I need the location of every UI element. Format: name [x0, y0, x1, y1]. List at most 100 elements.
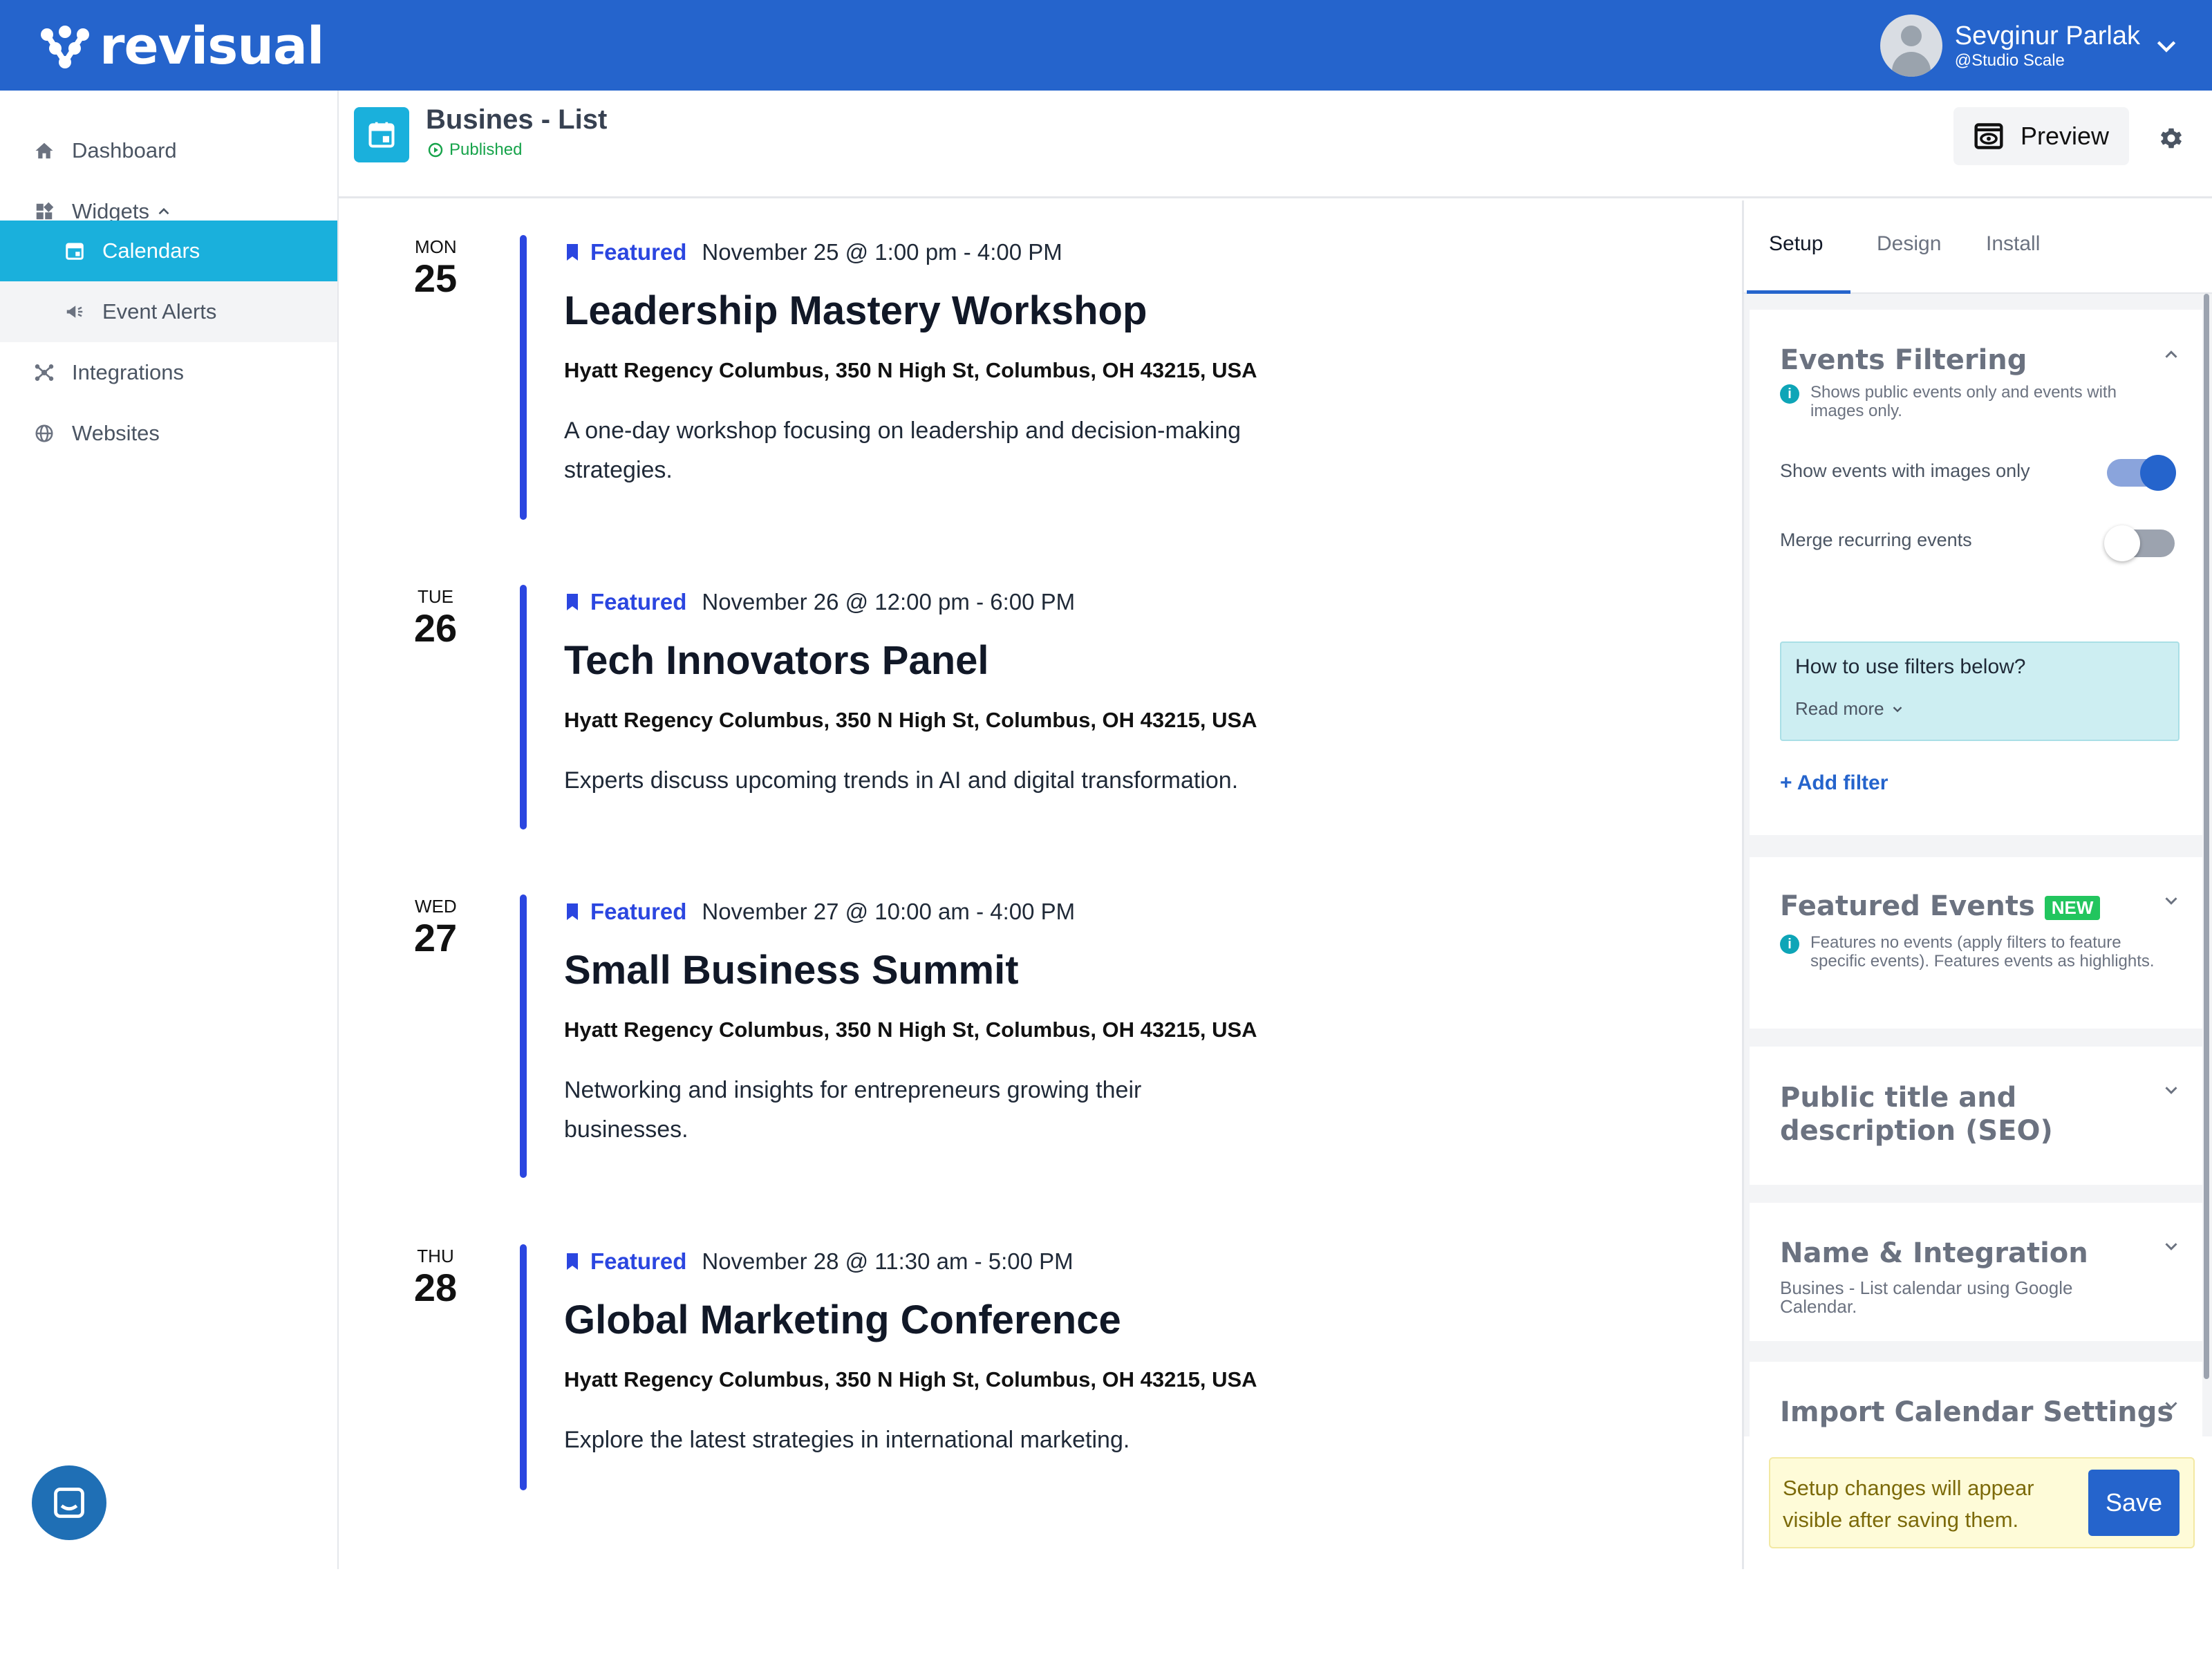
calendar-icon	[354, 107, 409, 162]
integrations-icon	[32, 360, 57, 385]
event-datetime: November 26 @ 12:00 pm - 6:00 PM	[702, 589, 1076, 615]
sidebar-item-integrations[interactable]: Integrations	[0, 342, 337, 403]
sidebar: Dashboard Widgets Calendars Event Alerts…	[0, 91, 339, 1570]
sidebar-item-calendars[interactable]: Calendars	[0, 221, 337, 281]
bookmark-icon	[567, 244, 578, 261]
add-filter-button[interactable]: + Add filter	[1780, 771, 1888, 795]
read-more-link[interactable]: Read more	[1795, 698, 1905, 720]
event-location: Hyatt Regency Columbus, 350 N High St, C…	[564, 708, 1257, 732]
chevron-down-icon[interactable]	[2161, 1395, 2182, 1416]
event-datetime: November 28 @ 11:30 am - 5:00 PM	[702, 1248, 1074, 1274]
featured-label: Featured	[590, 589, 687, 615]
chevron-up-icon[interactable]	[2161, 344, 2182, 365]
card-title: Public title and description (SEO)	[1780, 1082, 2053, 1147]
sidebar-item-label: Dashboard	[72, 138, 177, 162]
toggle-label: Merge recurring events	[1780, 529, 1972, 550]
sidebar-item-dashboard[interactable]: Dashboard	[0, 120, 337, 181]
bookmark-icon	[567, 903, 578, 920]
event-datetime: November 27 @ 10:00 am - 4:00 PM	[702, 899, 1076, 924]
info-icon: i	[1780, 384, 1799, 404]
calendar-icon	[62, 238, 87, 263]
info-note: i Features no events (apply filters to f…	[1780, 933, 2167, 971]
tab-design[interactable]: Design	[1877, 232, 1941, 256]
user-handle: @Studio Scale	[1954, 50, 2065, 70]
chevron-down-icon[interactable]	[2161, 1236, 2182, 1257]
published-icon	[428, 142, 443, 158]
event-weekday: WED	[415, 896, 457, 917]
brand-logo[interactable]: revisual	[37, 15, 324, 77]
chevron-down-icon[interactable]	[2161, 1080, 2182, 1100]
revisual-logo-icon	[41, 26, 89, 68]
event-meta: Featured November 28 @ 11:30 am - 5:00 P…	[564, 1248, 1074, 1275]
merge-recurring-toggle[interactable]	[2104, 525, 2175, 561]
event-location: Hyatt Regency Columbus, 350 N High St, C…	[564, 358, 1257, 382]
card-title: Import Calendar Settings	[1780, 1396, 2174, 1428]
event-accent-bar	[520, 585, 527, 830]
page-footer-area	[0, 1569, 2212, 1659]
event-weekday: THU	[417, 1246, 454, 1266]
status-text: Published	[449, 140, 523, 159]
event-meta: Featured November 25 @ 1:00 pm - 4:00 PM	[564, 239, 1062, 265]
event-description: Experts discuss upcoming trends in AI an…	[564, 767, 1239, 794]
event-meta: Featured November 27 @ 10:00 am - 4:00 P…	[564, 899, 1075, 925]
event-day: 26	[413, 606, 458, 650]
name-integration-card[interactable]: Name & Integration Busines - List calend…	[1750, 1203, 2202, 1341]
status-badge: Published	[427, 140, 522, 160]
event-title[interactable]: Global Marketing Conference	[564, 1297, 1121, 1343]
card-title[interactable]: Events Filtering	[1780, 344, 2027, 376]
top-bar: revisual Sevginur Parlak @Studio Scale	[0, 0, 2212, 91]
event-accent-bar	[520, 1244, 527, 1490]
sidebar-item-label: Calendars	[102, 238, 200, 263]
event-title[interactable]: Small Business Summit	[564, 947, 1019, 993]
page-title: Busines - List	[426, 104, 608, 135]
bookmark-icon	[567, 594, 578, 610]
avatar[interactable]	[1880, 14, 1942, 77]
event-title[interactable]: Tech Innovators Panel	[564, 637, 989, 684]
featured-label: Featured	[590, 1248, 687, 1274]
sidebar-item-label: Event Alerts	[102, 299, 217, 324]
tab-bar: Setup Design Install	[1744, 200, 2212, 294]
save-button[interactable]: Save	[2088, 1470, 2180, 1536]
megaphone-icon	[62, 299, 87, 324]
info-icon: i	[1780, 935, 1799, 954]
seo-card[interactable]: Public title and description (SEO)	[1750, 1047, 2202, 1185]
home-icon	[32, 138, 57, 163]
sidebar-item-event-alerts[interactable]: Event Alerts	[0, 281, 337, 342]
chevron-down-icon[interactable]	[2153, 32, 2180, 59]
read-more-label: Read more	[1795, 698, 1884, 719]
preview-button[interactable]: Preview	[1953, 107, 2129, 165]
globe-icon	[32, 421, 57, 446]
card-title-text: Featured Events	[1780, 890, 2035, 922]
event-location: Hyatt Regency Columbus, 350 N High St, C…	[564, 1367, 1257, 1391]
gear-icon[interactable]	[2158, 125, 2184, 151]
settings-panel: Setup Design Install Events Filtering i …	[1742, 200, 2212, 1569]
save-notice: Setup changes will appear visible after …	[1769, 1457, 2195, 1548]
card-title: Featured Events NEW	[1780, 890, 2101, 922]
panel-scrollbar[interactable]	[2204, 294, 2209, 1379]
featured-label: Featured	[590, 899, 687, 924]
user-menu[interactable]: Sevginur Parlak @Studio Scale	[1880, 12, 2180, 78]
chat-launcher-button[interactable]	[32, 1465, 106, 1540]
sidebar-item-label: Websites	[72, 421, 160, 445]
show-images-only-toggle[interactable]	[2107, 455, 2176, 491]
event-day: 28	[413, 1266, 458, 1309]
tab-setup[interactable]: Setup	[1769, 232, 1823, 256]
chevron-up-icon	[158, 207, 169, 215]
event-accent-bar	[520, 235, 527, 520]
chevron-down-icon[interactable]	[2161, 890, 2182, 911]
info-text: Shows public events only and events with…	[1810, 383, 2117, 420]
preview-label: Preview	[2020, 122, 2110, 150]
tab-install[interactable]: Install	[1986, 232, 2040, 256]
user-name: Sevginur Parlak	[1954, 21, 2140, 50]
sidebar-item-label: Integrations	[72, 360, 184, 384]
sidebar-item-websites[interactable]: Websites	[0, 403, 337, 464]
new-badge: NEW	[2044, 895, 2101, 920]
chevron-down-icon	[1893, 706, 1902, 712]
featured-events-card[interactable]: Featured Events NEW i Features no events …	[1750, 857, 2202, 1029]
info-text: Features no events (apply filters to fea…	[1810, 933, 2155, 971]
event-weekday: MON	[415, 236, 457, 257]
event-title[interactable]: Leadership Mastery Workshop	[564, 288, 1147, 334]
event-meta: Featured November 26 @ 12:00 pm - 6:00 P…	[564, 589, 1075, 615]
events-filtering-card: Events Filtering i Shows public events o…	[1750, 310, 2202, 835]
active-tab-indicator	[1747, 290, 1850, 294]
